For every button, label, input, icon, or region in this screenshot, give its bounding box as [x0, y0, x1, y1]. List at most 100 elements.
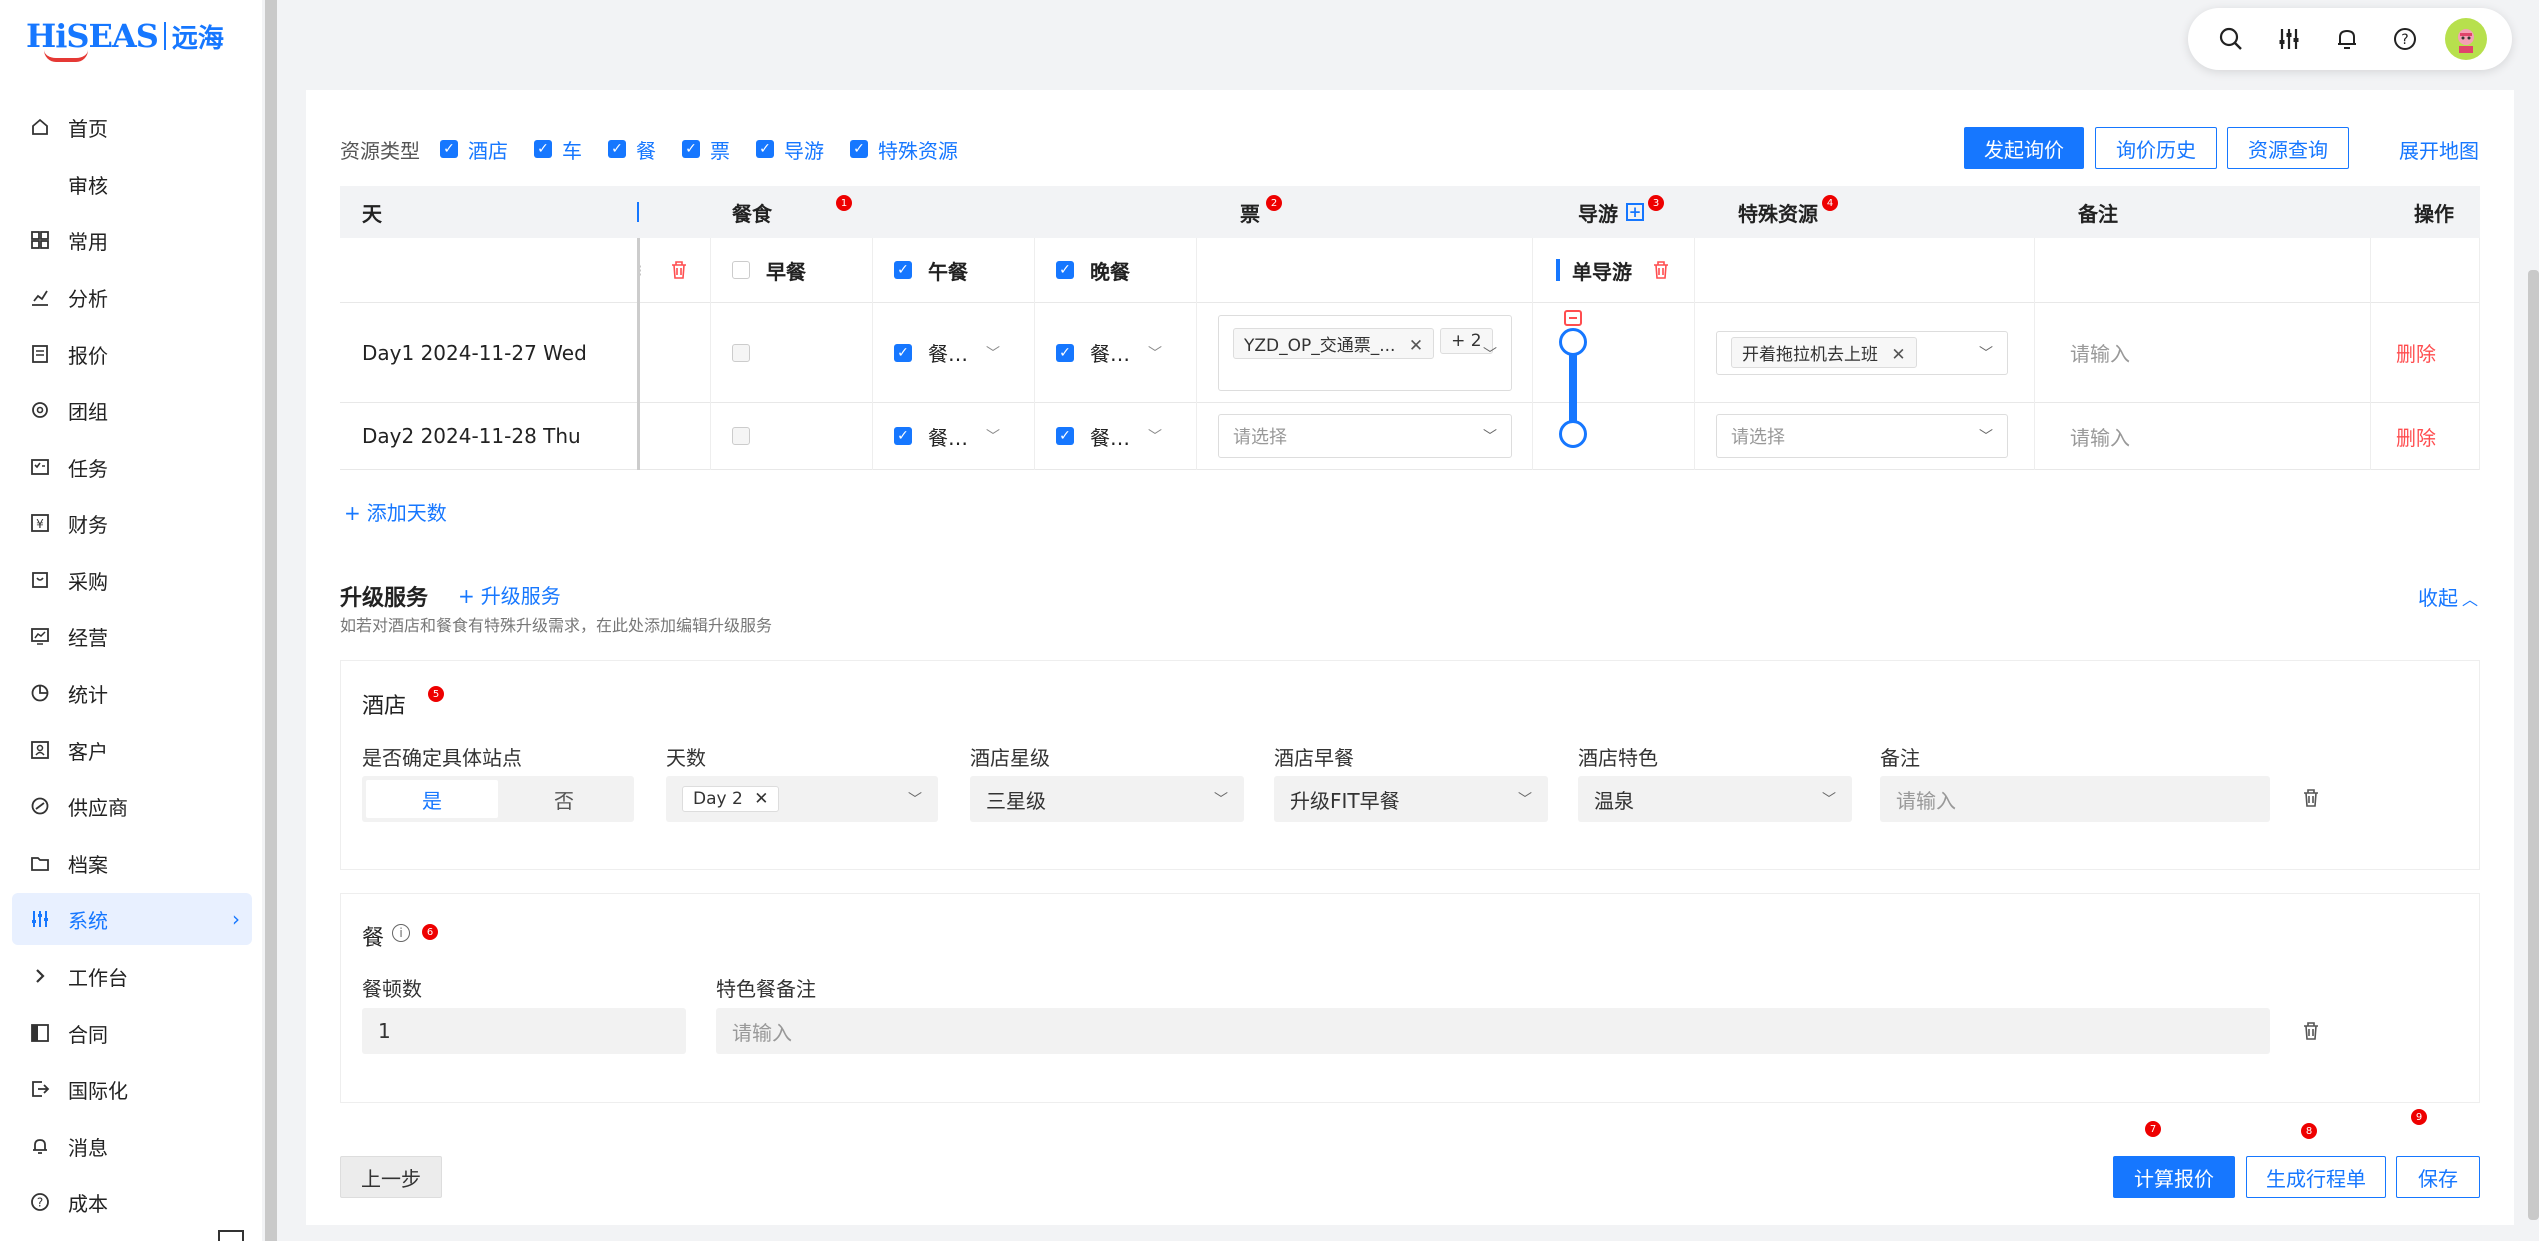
- generate-itinerary-button[interactable]: 生成行程单: [2246, 1156, 2386, 1198]
- close-icon[interactable]: ✕: [1891, 345, 1905, 365]
- home-icon: [28, 115, 52, 139]
- sidebar-item-purchase[interactable]: 采购: [12, 554, 252, 606]
- station-yes[interactable]: 是: [366, 780, 498, 818]
- avatar[interactable]: [2445, 18, 2487, 60]
- calculate-quote-button[interactable]: 计算报价: [2113, 1156, 2235, 1198]
- inquiry-button[interactable]: 发起询价: [1964, 127, 2084, 169]
- meal-badge: 1: [836, 195, 852, 211]
- remove-guide-icon[interactable]: [1564, 310, 1582, 326]
- add-upgrade-button[interactable]: + 升级服务: [458, 580, 561, 609]
- delete-guide-icon[interactable]: [1652, 238, 1670, 302]
- checkbox-checked-icon: ✓: [1056, 261, 1074, 279]
- sidebar-item-system[interactable]: 系统 ›: [12, 893, 252, 945]
- special-resource-select[interactable]: 开着拖拉机去上班 ✕ ﹀: [1716, 330, 2008, 375]
- trash-icon[interactable]: [2302, 1021, 2320, 1046]
- page-scrollbar[interactable]: [2528, 270, 2539, 1220]
- breakfast-header-checkbox[interactable]: 早餐: [732, 238, 806, 302]
- help-icon[interactable]: ?: [2387, 21, 2423, 57]
- breakfast-checkbox[interactable]: [732, 303, 760, 402]
- sidebar-item-archive[interactable]: 档案: [12, 837, 252, 889]
- collapse-link[interactable]: 收起 ︿: [2418, 582, 2478, 611]
- station-no[interactable]: 否: [498, 780, 630, 818]
- sidebar-item-analysis[interactable]: 分析: [12, 271, 252, 323]
- group-icon: [28, 398, 52, 422]
- collapse-sidebar-icon[interactable]: [218, 1230, 244, 1241]
- logo[interactable]: HiSEAS 远海: [26, 10, 224, 62]
- bell-icon[interactable]: [2329, 21, 2365, 57]
- sidebar-item-group[interactable]: 团组: [12, 384, 252, 436]
- save-button[interactable]: 保存: [2396, 1156, 2480, 1198]
- days-label: 天数: [666, 746, 706, 770]
- breakfast-checkbox[interactable]: [732, 403, 760, 469]
- calc-badge: 7: [2145, 1121, 2161, 1137]
- days-select[interactable]: Day 2 ✕ ﹀: [666, 776, 938, 822]
- settings-sliders-icon[interactable]: [2271, 21, 2307, 57]
- guide-range-slider[interactable]: [1558, 310, 1588, 460]
- filter-guide[interactable]: ✓ 导游: [756, 135, 824, 164]
- sidebar-item-operate[interactable]: 经营: [12, 610, 252, 662]
- filter-label: 特殊资源: [878, 138, 958, 163]
- dinner-select[interactable]: ✓ 餐… ﹀: [1056, 403, 1162, 469]
- close-icon[interactable]: ✕: [1409, 336, 1423, 356]
- trash-icon[interactable]: [2302, 788, 2320, 813]
- sidebar-scrollbar[interactable]: [265, 0, 277, 1241]
- chevron-down-icon: ﹀: [1979, 429, 1993, 445]
- feature-select[interactable]: 温泉 ﹀: [1578, 776, 1852, 822]
- resource-query-button[interactable]: 资源查询: [2227, 127, 2349, 169]
- delete-row-button[interactable]: 删除: [2396, 303, 2436, 402]
- hotel-note-input[interactable]: 请输入: [1880, 776, 2270, 822]
- delete-row-button[interactable]: 删除: [2396, 403, 2436, 469]
- sidebar-item-cost[interactable]: ? 成本: [12, 1176, 252, 1228]
- lunch-select[interactable]: ✓ 餐… ﹀: [894, 403, 1000, 469]
- delete-hotel-column-icon[interactable]: [670, 238, 688, 302]
- sidebar-item-supplier[interactable]: 供应商: [12, 780, 252, 832]
- filter-ticket[interactable]: ✓ 票: [682, 135, 730, 164]
- filter-hotel[interactable]: ✓ 酒店: [440, 135, 508, 164]
- slider-handle-start[interactable]: [1559, 328, 1587, 356]
- dinner-header-checkbox[interactable]: ✓ 晚餐: [1056, 238, 1130, 302]
- star-select[interactable]: 三星级 ﹀: [970, 776, 1244, 822]
- sidebar-item-workbench[interactable]: 工作台: [12, 950, 252, 1002]
- filter-car[interactable]: ✓ 车: [534, 135, 582, 164]
- close-icon[interactable]: ✕: [754, 789, 768, 809]
- lunch-select[interactable]: ✓ 餐… ﹀: [894, 303, 1000, 402]
- filter-special[interactable]: ✓ 特殊资源: [850, 135, 958, 164]
- sidebar-item-common[interactable]: 常用: [12, 214, 252, 266]
- meal-badge: 6: [422, 924, 438, 940]
- sidebar-item-task[interactable]: 任务: [12, 441, 252, 493]
- station-toggle[interactable]: 是 否: [362, 776, 634, 822]
- lunch-header-checkbox[interactable]: ✓ 午餐: [894, 238, 968, 302]
- slider-handle-end[interactable]: [1559, 420, 1587, 448]
- sidebar-item-customer[interactable]: 客户: [12, 724, 252, 776]
- add-guide-icon[interactable]: +: [1626, 203, 1644, 221]
- special-meal-note-input[interactable]: 请输入: [716, 1008, 2270, 1054]
- sidebar-item-label: 档案: [68, 852, 108, 877]
- note-input[interactable]: 请输入: [2070, 403, 2130, 469]
- inquiry-history-button[interactable]: 询价历史: [2095, 127, 2217, 169]
- dinner-select[interactable]: ✓ 餐… ﹀: [1056, 303, 1162, 402]
- sidebar-item-home[interactable]: 首页: [12, 101, 252, 153]
- breakfast-select[interactable]: 升级FIT早餐 ﹀: [1274, 776, 1548, 822]
- add-day-button[interactable]: + 添加天数: [344, 497, 447, 526]
- meal-count-input[interactable]: 1: [362, 1008, 686, 1054]
- sidebar-item-review[interactable]: 审核: [12, 158, 252, 210]
- sidebar-item-quote[interactable]: 报价: [12, 328, 252, 380]
- ticket-select[interactable]: 请选择 ﹀: [1218, 414, 1512, 458]
- column-resize-handle[interactable]: [637, 202, 639, 222]
- info-icon[interactable]: i: [392, 924, 410, 942]
- search-icon[interactable]: [2213, 21, 2249, 57]
- special-resource-select[interactable]: 请选择 ﹀: [1716, 414, 2008, 458]
- checkbox-checked-icon: ✓: [894, 427, 912, 445]
- ticket-badge: 2: [1266, 195, 1282, 211]
- sidebar-item-message[interactable]: 消息: [12, 1120, 252, 1172]
- expand-map-link[interactable]: 展开地图: [2399, 135, 2479, 164]
- filter-meal[interactable]: ✓ 餐: [608, 135, 656, 164]
- ticket-select[interactable]: YZD_OP_交通票_... ✕ + 2 ﹀: [1218, 314, 1512, 391]
- note-input[interactable]: 请输入: [2070, 303, 2130, 402]
- sidebar-item-finance[interactable]: ¥ 财务: [12, 497, 252, 549]
- sidebar-item-contract[interactable]: 合同: [12, 1007, 252, 1059]
- sidebar-item-i18n[interactable]: 国际化: [12, 1063, 252, 1115]
- prev-step-button[interactable]: 上一步: [340, 1156, 442, 1198]
- sidebar-item-stats[interactable]: 统计: [12, 667, 252, 719]
- sidebar-item-label: 采购: [68, 569, 108, 594]
